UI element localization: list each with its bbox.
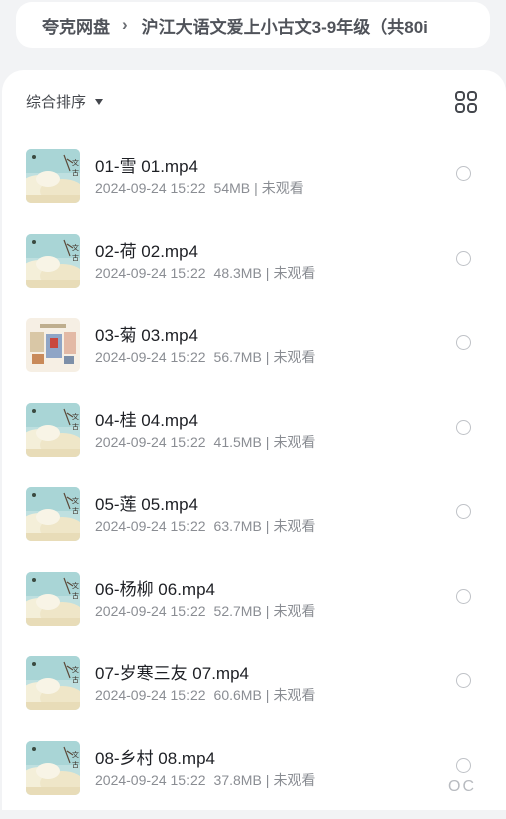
svg-text:古: 古 — [72, 422, 79, 431]
grid-view-icon[interactable] — [454, 90, 478, 114]
file-meta: 2024-09-24 15:22 52.7MB | 未观看 — [95, 601, 315, 621]
video-thumbnail[interactable]: 文 古 — [26, 233, 80, 288]
svg-text:古: 古 — [72, 253, 79, 262]
video-thumbnail[interactable]: 文 古 — [26, 656, 80, 710]
select-radio[interactable] — [456, 673, 471, 688]
watch-status: 未观看 — [273, 771, 316, 788]
file-date: 2024-09-24 15:22 — [95, 433, 206, 450]
svg-text:文: 文 — [72, 496, 79, 505]
file-meta: 2024-09-24 15:22 56.7MB | 未观看 — [95, 347, 315, 367]
file-size: 56.7MB — [213, 349, 262, 365]
watch-status: 未观看 — [273, 687, 316, 703]
file-meta: 2024-09-24 15:22 63.7MB | 未观看 — [95, 516, 315, 536]
file-name: 03-菊 03.mp4 — [95, 326, 198, 345]
meta-divider: | — [265, 518, 270, 534]
file-date: 2024-09-24 15:22 — [95, 264, 206, 281]
file-row[interactable]: 文 古 02-荷 02.mp4 2024-09-24 15:22 48.3MB | 未观… — [2, 228, 506, 312]
file-name: 05-莲 05.mp4 — [95, 495, 198, 514]
watch-status: 未观看 — [273, 518, 316, 534]
breadcrumb-separator-icon: › — [122, 15, 128, 34]
file-row[interactable]: 文 古 05-莲 05.mp4 2024-09-24 15:22 63.7MB | 未观… — [2, 481, 506, 565]
select-radio[interactable] — [456, 588, 471, 604]
file-date: 2024-09-24 15:22 — [95, 687, 206, 703]
svg-text:文: 文 — [72, 243, 79, 252]
caret-down-icon — [95, 99, 104, 105]
watch-status: 未观看 — [273, 433, 316, 450]
file-size: 63.7MB — [213, 518, 262, 534]
video-thumbnail[interactable] — [26, 318, 80, 372]
file-row[interactable]: 文 古 01-雪 01.mp4 2024-09-24 15:22 54MB | 未观看 — [2, 143, 506, 227]
file-name: 01-雪 01.mp4 — [95, 157, 198, 176]
watch-status: 未观看 — [261, 180, 304, 196]
svg-text:文: 文 — [72, 412, 79, 421]
file-date: 2024-09-24 15:22 — [95, 771, 206, 788]
svg-text:古: 古 — [72, 760, 79, 769]
select-radio[interactable] — [456, 335, 471, 350]
file-date: 2024-09-24 15:22 — [95, 518, 206, 534]
file-size: 52.7MB — [213, 602, 262, 619]
watch-status: 未观看 — [273, 349, 316, 365]
file-row[interactable]: 文 古 08-乡村 08.mp4 2024-09-24 15:22 37.8MB | 未… — [2, 735, 506, 819]
svg-text:文: 文 — [72, 665, 79, 674]
meta-divider: | — [265, 264, 270, 281]
file-size: 60.6MB — [213, 687, 262, 703]
select-radio[interactable] — [456, 504, 471, 519]
video-thumbnail[interactable]: 文 古 — [26, 487, 80, 541]
meta-divider: | — [265, 602, 270, 619]
select-radio[interactable] — [456, 419, 471, 435]
watch-status: 未观看 — [273, 264, 316, 281]
file-name: 07-岁寒三友 07.mp4 — [95, 664, 249, 683]
sort-button[interactable]: 综合排序 — [26, 90, 104, 112]
meta-divider: | — [265, 433, 270, 450]
file-size: 48.3MB — [213, 264, 262, 281]
file-name: 08-乡村 08.mp4 — [95, 748, 215, 768]
svg-text:文: 文 — [72, 581, 79, 590]
svg-text:古: 古 — [72, 506, 79, 515]
svg-text:古: 古 — [72, 591, 79, 600]
video-thumbnail[interactable]: 文 古 — [26, 402, 80, 457]
svg-text:古: 古 — [72, 168, 79, 177]
file-row[interactable]: 文 古 07-岁寒三友 07.mp4 2024-09-24 15:22 60.6MB… — [2, 650, 506, 734]
file-row[interactable]: 文 古 06-杨柳 06.mp4 2024-09-24 15:22 52.7MB | 未… — [2, 566, 506, 650]
select-radio[interactable] — [456, 757, 471, 773]
breadcrumb: 夸克网盘 › 沪江大语文爱上小古文3-9年级（共80i — [16, 2, 490, 48]
file-meta: 2024-09-24 15:22 54MB | 未观看 — [95, 178, 304, 198]
breadcrumb-root[interactable]: 夸克网盘 — [42, 13, 110, 38]
select-radio[interactable] — [456, 166, 471, 181]
file-size: 37.8MB — [213, 771, 262, 788]
video-thumbnail[interactable]: 文 古 — [26, 149, 80, 203]
corner-mark: OC — [448, 778, 476, 795]
file-row[interactable]: 03-菊 03.mp4 2024-09-24 15:22 56.7MB | 未观看 — [2, 312, 506, 396]
file-meta: 2024-09-24 15:22 37.8MB | 未观看 — [95, 770, 315, 790]
file-date: 2024-09-24 15:22 — [95, 349, 206, 365]
file-date: 2024-09-24 15:22 — [95, 180, 206, 196]
file-size: 54MB — [213, 180, 251, 196]
file-meta: 2024-09-24 15:22 41.5MB | 未观看 — [95, 432, 315, 452]
svg-text:古: 古 — [72, 675, 79, 684]
meta-divider: | — [265, 349, 270, 365]
file-row[interactable]: 文 古 04-桂 04.mp4 2024-09-24 15:22 41.5MB | 未观… — [2, 397, 506, 481]
file-size: 41.5MB — [213, 433, 262, 450]
file-name: 06-杨柳 06.mp4 — [95, 579, 215, 599]
file-name: 02-荷 02.mp4 — [95, 241, 198, 261]
breadcrumb-current-folder[interactable]: 沪江大语文爱上小古文3-9年级（共80i — [142, 13, 428, 38]
svg-text:文: 文 — [72, 750, 79, 759]
file-meta: 2024-09-24 15:22 60.6MB | 未观看 — [95, 685, 315, 705]
sort-label: 综合排序 — [26, 93, 87, 111]
meta-divider: | — [254, 180, 258, 196]
meta-divider: | — [265, 771, 270, 788]
file-list-panel: 综合排序 文 古 01-雪 01.mp4 2024-09-24 15:22 54MB… — [2, 70, 506, 810]
video-thumbnail[interactable]: 文 古 — [26, 571, 80, 626]
select-radio[interactable] — [456, 250, 471, 266]
meta-divider: | — [265, 687, 270, 703]
file-name: 04-桂 04.mp4 — [95, 410, 198, 430]
file-date: 2024-09-24 15:22 — [95, 602, 206, 619]
file-meta: 2024-09-24 15:22 48.3MB | 未观看 — [95, 263, 315, 283]
watch-status: 未观看 — [273, 602, 316, 619]
video-thumbnail[interactable]: 文 古 — [26, 740, 80, 795]
svg-text:文: 文 — [72, 158, 79, 167]
